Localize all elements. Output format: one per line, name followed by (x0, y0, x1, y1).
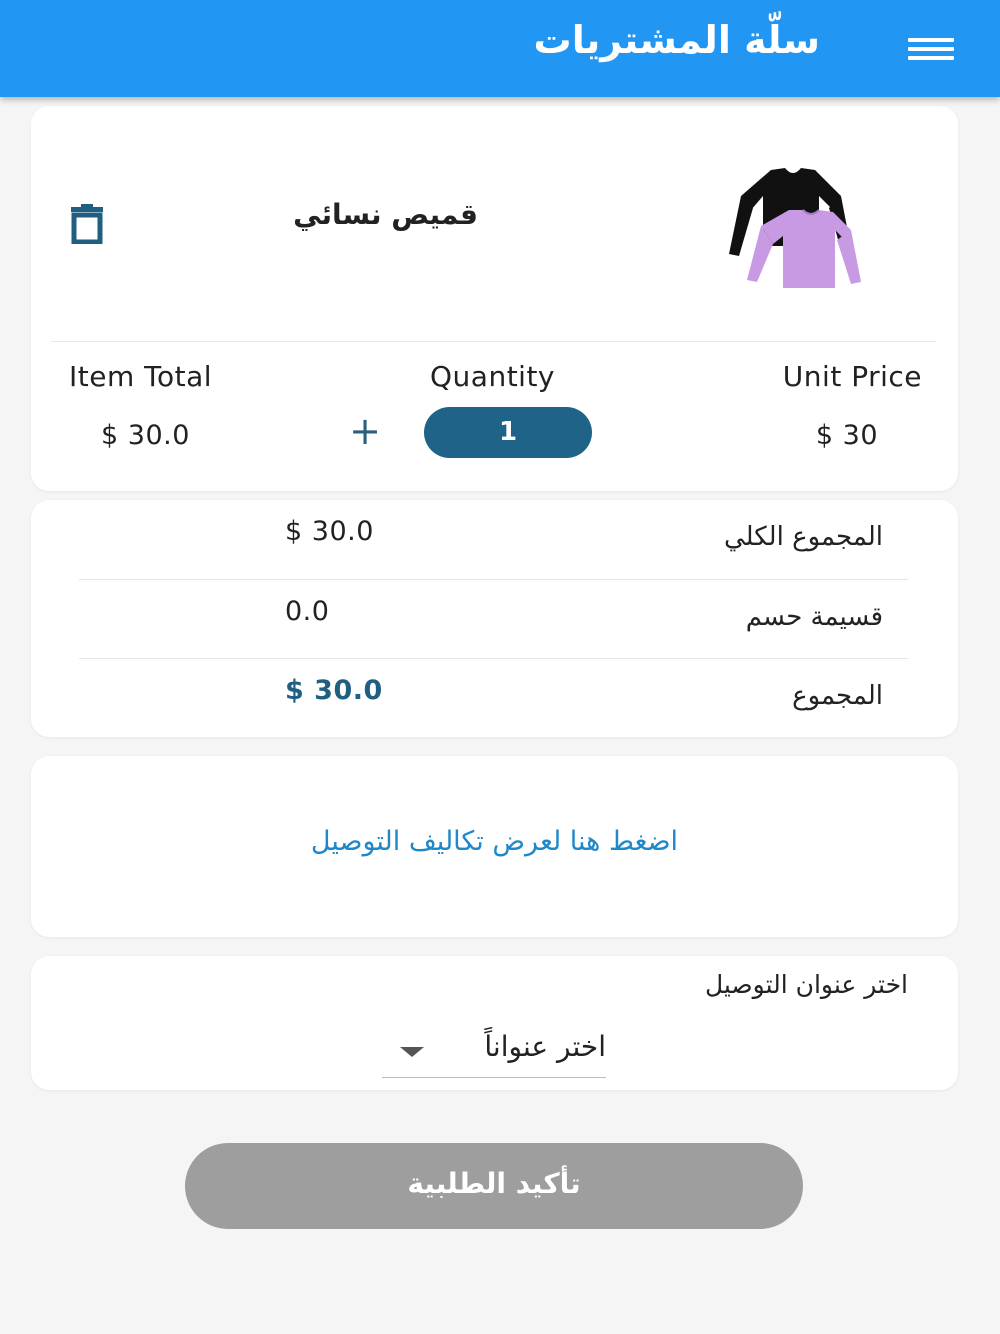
total-value: $ 30.0 (285, 675, 383, 706)
item-total-value: $ 30.0 (101, 420, 190, 451)
unit-price-value: $ 30 (815, 420, 878, 451)
app-bar: سلّة المشتريات (0, 0, 1000, 97)
address-selected-value: اختر عنواناً (484, 1030, 606, 1063)
total-label: المجموع (792, 681, 883, 711)
product-image (729, 168, 861, 288)
menu-icon[interactable] (908, 38, 954, 62)
address-dropdown[interactable]: اختر عنواناً (382, 1026, 606, 1078)
discount-row: قسيمة حسم 0.0 (79, 579, 908, 658)
address-card: اختر عنوان التوصيل اختر عنواناً (31, 956, 958, 1090)
trash-icon[interactable] (67, 204, 111, 244)
subtotal-label: المجموع الكلي (724, 522, 883, 552)
page-title: سلّة المشتريات (533, 18, 820, 62)
total-row: المجموع $ 30.0 (79, 658, 908, 737)
product-name: قميص نسائي (293, 198, 478, 231)
subtotal-value: $ 30.0 (285, 516, 374, 547)
caret-down-icon (400, 1047, 424, 1057)
cart-item-card: قميص نسائي Unit Price Quantity Item Tota… (31, 106, 958, 491)
discount-label: قسيمة حسم (745, 602, 883, 632)
quantity-label: Quantity (430, 360, 555, 393)
unit-price-label: Unit Price (782, 360, 922, 393)
order-summary-card: المجموع الكلي $ 30.0 قسيمة حسم 0.0 المجم… (31, 500, 958, 737)
quantity-stepper[interactable]: 1 (424, 407, 592, 458)
divider (51, 341, 936, 342)
delivery-cost-card: اضغط هنا لعرض تكاليف التوصيل (31, 756, 958, 937)
plus-icon[interactable]: + (343, 409, 387, 453)
item-total-label: Item Total (69, 360, 213, 393)
address-label: اختر عنوان التوصيل (704, 970, 908, 999)
delivery-cost-link[interactable]: اضغط هنا لعرض تكاليف التوصيل (31, 826, 958, 857)
confirm-order-button[interactable]: تأكيد الطلبية (185, 1143, 803, 1229)
subtotal-row: المجموع الكلي $ 30.0 (79, 500, 908, 579)
discount-value: 0.0 (285, 596, 330, 627)
